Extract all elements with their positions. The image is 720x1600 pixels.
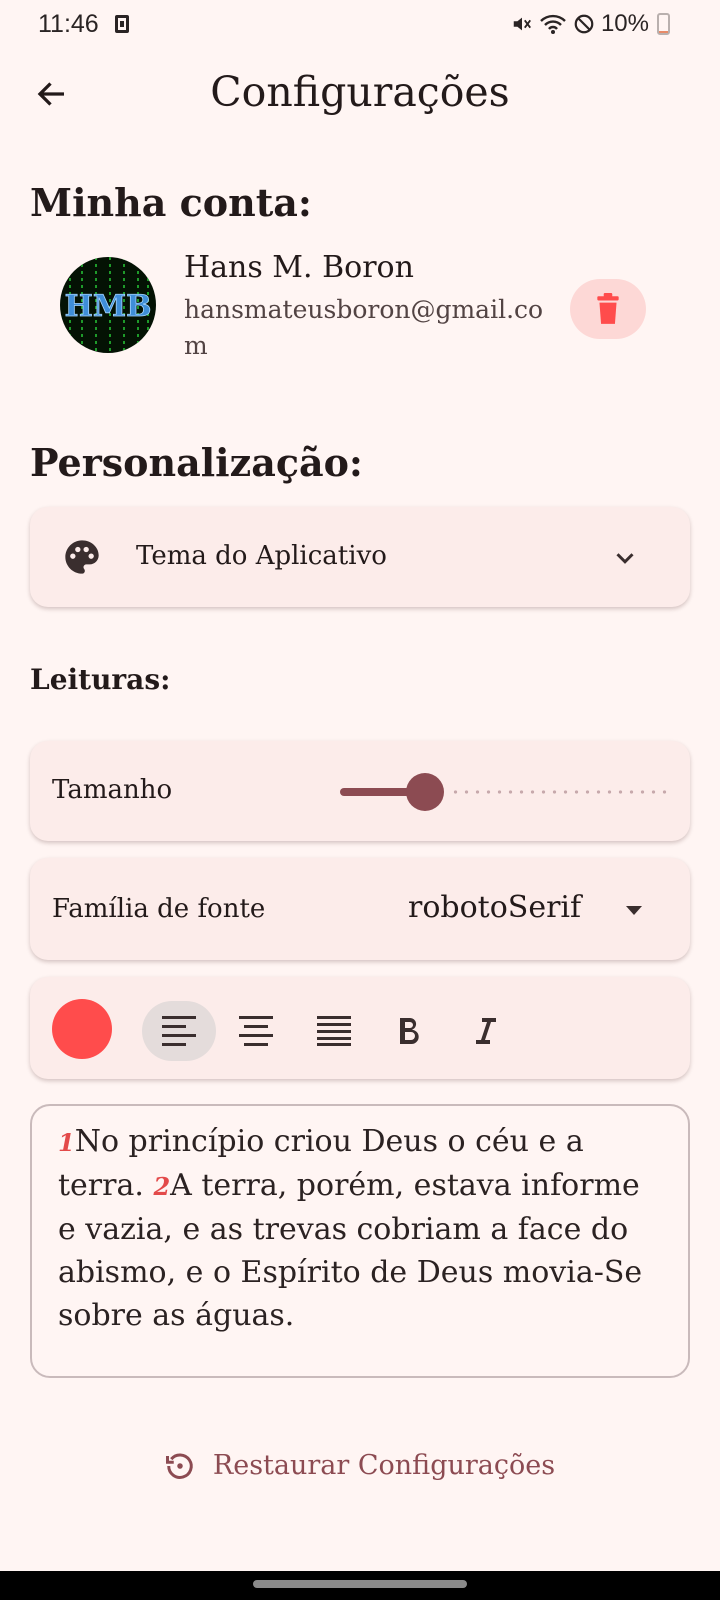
text-color-button[interactable] — [52, 999, 112, 1059]
size-card: Tamanho — [30, 741, 690, 841]
svg-text:HMB: HMB — [65, 289, 152, 324]
font-family-label: Família de fonte — [52, 894, 266, 924]
font-family-select[interactable]: robotoSerif — [408, 876, 668, 942]
mute-icon — [513, 17, 531, 31]
reading-preview: 1No princípio criou Deus o céu e a terra… — [30, 1104, 690, 1378]
battery-icon — [657, 13, 670, 35]
status-time: 11:46 — [38, 10, 130, 39]
account-heading: Minha conta: — [30, 180, 312, 225]
size-slider-inactive-track[interactable] — [450, 790, 672, 794]
trash-icon — [597, 293, 619, 324]
align-left-icon — [162, 1016, 196, 1046]
italic-icon — [476, 1018, 496, 1044]
align-left-button[interactable] — [142, 1001, 216, 1061]
align-center-button[interactable] — [226, 1001, 286, 1061]
delete-account-button[interactable] — [570, 279, 646, 339]
palette-icon — [65, 540, 99, 574]
preview-text: 1No princípio criou Deus o céu e a terra… — [58, 1120, 662, 1337]
italic-button[interactable] — [456, 1001, 516, 1061]
format-toolbar — [30, 977, 690, 1079]
bold-button[interactable] — [380, 1001, 440, 1061]
verse-number: 1 — [58, 1128, 75, 1157]
font-family-value: robotoSerif — [408, 890, 582, 925]
account-email: hansmateusboron@gmail.com — [184, 295, 544, 360]
wifi-icon — [540, 14, 566, 34]
personalization-heading: Personalização: — [30, 440, 363, 485]
account-name: Hans M. Boron — [184, 250, 414, 285]
size-label: Tamanho — [52, 775, 173, 805]
battery-percent: 10% — [600, 10, 649, 37]
do-not-disturb-icon — [574, 14, 594, 34]
align-center-icon — [239, 1016, 273, 1046]
restore-label: Restaurar Configurações — [212, 1450, 556, 1481]
font-family-card: Família de fonte robotoSerif — [30, 858, 690, 960]
avatar: HMB — [60, 257, 156, 353]
restore-settings-button[interactable]: Restaurar Configurações — [0, 1450, 720, 1481]
theme-dropdown[interactable]: Tema do Aplicativo — [30, 507, 690, 607]
page-title: Configurações — [210, 68, 510, 116]
chevron-down-icon — [616, 553, 634, 564]
theme-label: Tema do Aplicativo — [136, 541, 387, 571]
home-handle[interactable] — [253, 1580, 467, 1588]
readings-heading: Leituras: — [30, 663, 171, 696]
restore-icon — [165, 1452, 193, 1479]
bold-icon — [400, 1017, 419, 1045]
dropdown-arrow-icon — [626, 906, 642, 915]
size-slider-thumb[interactable] — [406, 773, 444, 811]
status-icons: 10% — [511, 10, 670, 38]
align-justify-button[interactable] — [304, 1001, 364, 1061]
notification-icon — [114, 15, 129, 33]
align-justify-icon — [317, 1016, 351, 1046]
verse-number: 2 — [153, 1172, 171, 1201]
